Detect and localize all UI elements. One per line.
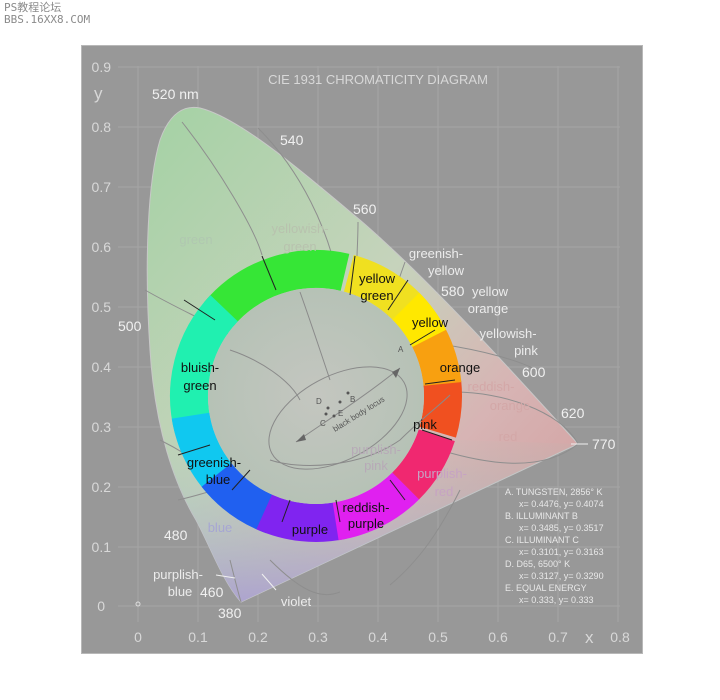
region-label-purplish-blue: blue <box>168 584 193 599</box>
region-label-reddish-orange: reddish- <box>468 379 515 394</box>
region-label-purplish-pink: purplish- <box>351 442 401 457</box>
x-tick: 0.1 <box>188 629 208 645</box>
wavelength-label: 580 <box>441 283 465 299</box>
wavelength-label: 560 <box>353 201 377 217</box>
y-tick: 0.3 <box>92 419 112 435</box>
ring-label-yellow-green: green <box>360 288 393 303</box>
illuminant-point-label: C <box>320 419 326 428</box>
x-tick: 0.7 <box>548 629 568 645</box>
wavelength-label: 520 nm <box>152 86 199 102</box>
cie-diagram: CIE 1931 CHROMATICITY DIAGRAM y x 0 0.1 … <box>92 59 630 647</box>
wavelength-label: 620 <box>561 405 585 421</box>
ring-label-bluish-green: bluish- <box>181 360 219 375</box>
region-label-greenish-yellow: greenish- <box>409 246 463 261</box>
legend-line: x= 0.3101, y= 0.3163 <box>519 547 604 557</box>
ring-label-yellow-green: yellow <box>359 271 396 286</box>
legend-line: x= 0.333, y= 0.333 <box>519 595 594 605</box>
region-label-yellowish-green: green <box>283 239 316 254</box>
region-label-green: green <box>179 232 212 247</box>
illuminant-legend: A. TUNGSTEN, 2856° K x= 0.4476, y= 0.407… <box>505 487 604 605</box>
x-tick: 0 <box>134 629 142 645</box>
y-tick: 0.1 <box>92 539 112 555</box>
y-tick: 0.5 <box>92 299 112 315</box>
legend-line: D. D65, 6500° K <box>505 559 570 569</box>
x-tick: 0.2 <box>248 629 268 645</box>
ring-label-reddish-purple: purple <box>348 516 384 531</box>
x-tick: 0.3 <box>308 629 328 645</box>
wavelength-label: 770 <box>592 436 616 452</box>
x-tick: 0.8 <box>610 629 630 645</box>
region-label-reddish-orange: orange <box>490 398 530 413</box>
x-axis-label: x <box>585 628 594 647</box>
wavelength-label: 460 <box>200 584 224 600</box>
ring-label-orange: orange <box>440 360 480 375</box>
wavelength-label: 600 <box>522 364 546 380</box>
illuminant-point-label: D <box>316 397 322 406</box>
y-tick: 0.4 <box>92 359 112 375</box>
region-label-violet: violet <box>281 594 312 609</box>
y-tick: 0 <box>97 598 105 614</box>
region-label-purplish-red: purplish- <box>417 466 467 481</box>
wavelength-label: 380 <box>218 605 242 621</box>
region-label-yellowish-pink: yellowish- <box>479 326 536 341</box>
ring-label-bluish-green: green <box>183 378 216 393</box>
wavelength-label: 540 <box>280 132 304 148</box>
ring-label-greenish-blue: blue <box>206 472 231 487</box>
legend-line: x= 0.3485, y= 0.3517 <box>519 523 604 533</box>
illuminant-point-label: B <box>350 395 355 404</box>
wavelength-label: 500 <box>118 318 142 334</box>
region-label-purplish-blue: purplish- <box>153 567 203 582</box>
legend-line: x= 0.3127, y= 0.3290 <box>519 571 604 581</box>
y-tick: 0.2 <box>92 479 112 495</box>
legend-line: B. ILLUMINANT B <box>505 511 578 521</box>
region-label-purplish-red: red <box>435 484 454 499</box>
illuminant-point-label: A <box>398 345 404 354</box>
title: CIE 1931 CHROMATICITY DIAGRAM <box>268 72 488 87</box>
region-label-yellowish-pink: pink <box>514 343 538 358</box>
illuminant-point-label: E <box>338 409 343 418</box>
ring-label-yellow: yellow <box>412 315 449 330</box>
region-label-purplish-pink: pink <box>364 458 388 473</box>
ring-label-pink: pink <box>413 417 437 432</box>
x-tick: 0.4 <box>368 629 388 645</box>
wavelength-label: 480 <box>164 527 188 543</box>
ring-label-purple: purple <box>292 522 328 537</box>
region-label-greenish-yellow: yellow <box>428 263 465 278</box>
legend-line: x= 0.4476, y= 0.4074 <box>519 499 604 509</box>
legend-line: C. ILLUMINANT C <box>505 535 579 545</box>
y-axis-label: y <box>94 84 103 103</box>
x-tick: 0.6 <box>488 629 508 645</box>
y-tick: 0.9 <box>92 59 112 75</box>
ring-label-greenish-blue: greenish- <box>187 455 241 470</box>
x-tick: 0.5 <box>428 629 448 645</box>
region-label-yellow-orange: orange <box>468 301 508 316</box>
region-label-red: red <box>499 429 518 444</box>
y-tick: 0.7 <box>92 179 112 195</box>
legend-line: E. EQUAL ENERGY <box>505 583 587 593</box>
region-label-yellowish-green: yellowish- <box>271 221 328 236</box>
region-label-blue: blue <box>208 520 233 535</box>
y-tick: 0.8 <box>92 119 112 135</box>
ring-label-reddish-purple: reddish- <box>343 500 390 515</box>
legend-line: A. TUNGSTEN, 2856° K <box>505 487 602 497</box>
y-tick: 0.6 <box>92 239 112 255</box>
region-label-yellow-orange: yellow <box>472 284 509 299</box>
